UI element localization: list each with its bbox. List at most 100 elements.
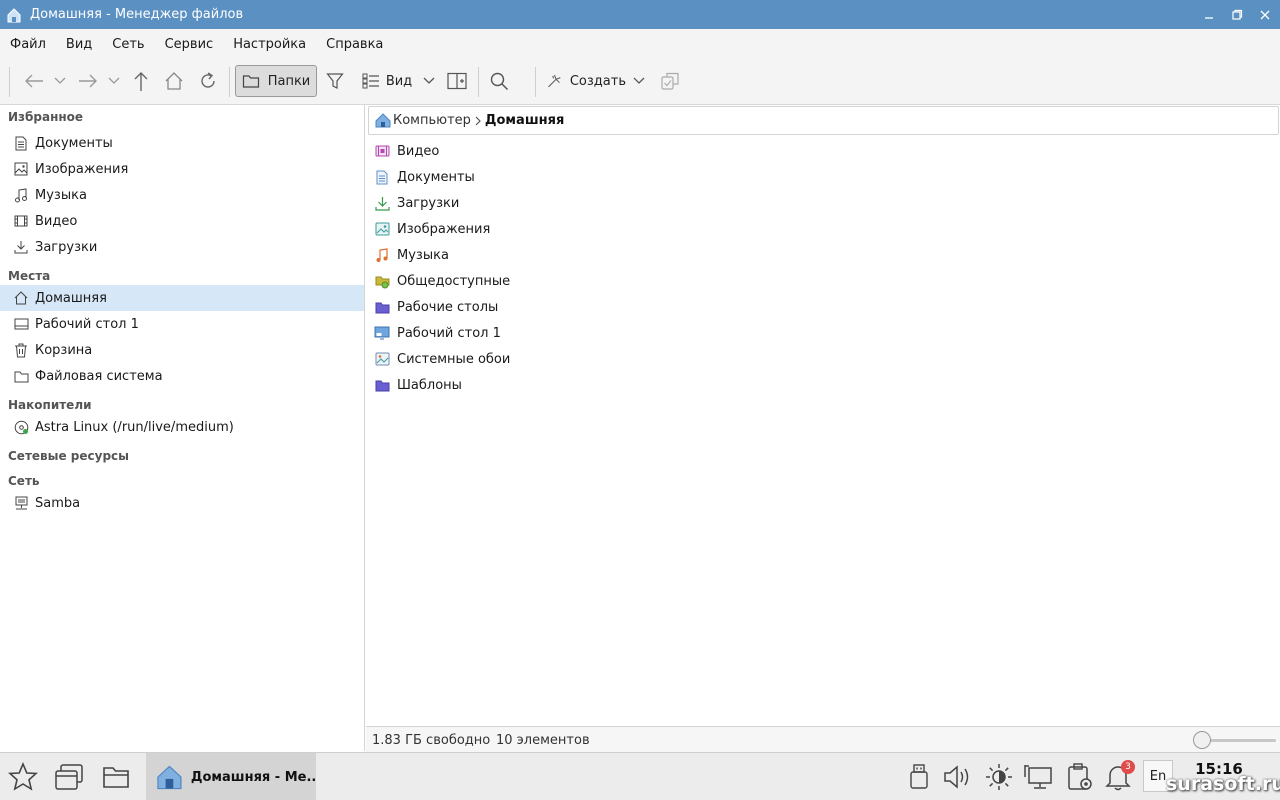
task-home-window[interactable]: Домашняя - Ме... <box>146 753 316 800</box>
chevron-down-icon <box>108 77 120 84</box>
up-button[interactable] <box>128 65 154 97</box>
sidebar-section-drives: Накопители <box>8 398 92 412</box>
wallpaper-folder-icon <box>374 351 390 367</box>
images-folder-icon <box>374 221 390 237</box>
search-icon <box>490 72 509 91</box>
taskbar: Домашняя - Ме... <box>0 752 1280 800</box>
menu-network[interactable]: Сеть <box>112 37 144 52</box>
zoom-slider-handle[interactable] <box>1193 731 1211 749</box>
create-button[interactable]: Создать <box>546 65 626 97</box>
sidebar-item-images[interactable]: Изображения <box>0 156 364 182</box>
forward-history-button[interactable] <box>106 65 122 97</box>
sidebar-item-label: Документы <box>35 135 113 151</box>
menu-service[interactable]: Сервис <box>165 37 214 52</box>
close-button[interactable] <box>1258 8 1272 22</box>
windows-button[interactable] <box>53 761 85 793</box>
forward-button[interactable] <box>74 65 102 97</box>
sidebar-item-filesystem[interactable]: Файловая система <box>0 363 364 389</box>
view-menu-button[interactable] <box>420 65 438 97</box>
menu-help[interactable]: Справка <box>326 37 383 52</box>
sidebar-item-video[interactable]: Видео <box>0 208 364 234</box>
view-button[interactable]: Вид <box>360 65 414 97</box>
folders-button[interactable]: Папки <box>235 65 317 97</box>
sidebar-item-samba[interactable]: Samba <box>0 490 364 516</box>
public-folder-icon <box>374 273 390 289</box>
create-menu-button[interactable] <box>630 65 648 97</box>
back-history-button[interactable] <box>52 65 68 97</box>
copy-button[interactable] <box>657 65 683 97</box>
copy-icon <box>661 72 679 90</box>
file-item-label: Изображения <box>397 221 491 237</box>
chevron-down-icon <box>423 77 435 84</box>
arrow-left-icon <box>25 74 43 88</box>
usb-tray[interactable] <box>903 761 935 793</box>
toolbar-separator <box>229 67 230 97</box>
breadcrumb-home[interactable]: Домашняя <box>485 113 564 128</box>
file-item-video[interactable]: Видео <box>374 138 439 164</box>
view-label: Вид <box>385 73 413 89</box>
sidebar-item-astra-linux[interactable]: Astra Linux (/run/live/medium) <box>0 414 364 440</box>
folder-icon <box>13 368 29 384</box>
sidebar-item-home[interactable]: Домашняя <box>0 285 364 311</box>
folder-icon <box>242 75 259 88</box>
menu-settings[interactable]: Настройка <box>233 37 306 52</box>
brightness-tray[interactable] <box>983 761 1015 793</box>
file-item-images[interactable]: Изображения <box>374 216 490 242</box>
home-icon <box>7 7 21 22</box>
zoom-slider-track[interactable] <box>1202 739 1276 742</box>
split-view-button[interactable] <box>444 65 470 97</box>
file-item-label: Музыка <box>397 247 449 263</box>
sidebar-item-documents[interactable]: Документы <box>0 130 364 156</box>
file-item-label: Системные обои <box>397 351 511 367</box>
sidebar-item-desktop[interactable]: Рабочий стол 1 <box>0 311 364 337</box>
file-item-wallpapers[interactable]: Системные обои <box>374 346 510 372</box>
search-button[interactable] <box>486 65 512 97</box>
sidebar-section-network: Сеть <box>8 474 40 488</box>
file-item-templates[interactable]: Шаблоны <box>374 372 462 398</box>
file-item-label: Общедоступные <box>397 273 511 289</box>
file-item-desktop-1[interactable]: Рабочий стол 1 <box>374 320 501 346</box>
file-item-downloads[interactable]: Загрузки <box>374 190 459 216</box>
menu-view[interactable]: Вид <box>66 37 92 52</box>
watermark: surasoft.ru <box>1166 773 1280 795</box>
volume-tray[interactable] <box>942 761 974 793</box>
file-item-music[interactable]: Музыка <box>374 242 449 268</box>
menu-file[interactable]: Файл <box>10 37 46 52</box>
list-view-icon <box>362 73 379 89</box>
network-tray[interactable] <box>1022 761 1054 793</box>
sidebar-item-label: Samba <box>35 495 81 511</box>
sidebar-item-downloads[interactable]: Загрузки <box>0 234 364 260</box>
network-icon <box>13 495 29 511</box>
clipboard-settings-icon <box>1068 763 1092 790</box>
notification-count-badge: 3 <box>1121 760 1135 774</box>
sidebar-item-label: Музыка <box>35 187 87 203</box>
folder-icon <box>374 299 390 315</box>
desktop-folder-icon <box>374 325 390 341</box>
file-item-label: Видео <box>397 143 440 159</box>
refresh-icon <box>201 72 215 88</box>
filter-button[interactable] <box>322 65 348 97</box>
title-bar: Домашняя - Менеджер файлов <box>0 0 1280 29</box>
file-item-public[interactable]: Общедоступные <box>374 268 510 294</box>
maximize-button[interactable] <box>1230 8 1244 22</box>
reload-button[interactable] <box>195 65 221 97</box>
sidebar-item-trash[interactable]: Корзина <box>0 337 364 363</box>
clipboard-tray[interactable] <box>1064 761 1096 793</box>
split-view-icon <box>447 72 467 90</box>
back-button[interactable] <box>20 65 48 97</box>
music-folder-icon <box>374 247 390 263</box>
home-button[interactable] <box>161 65 187 97</box>
file-item-label: Документы <box>397 169 475 185</box>
computer-home-icon <box>375 113 391 128</box>
file-item-desktops[interactable]: Рабочие столы <box>374 294 498 320</box>
start-menu-button[interactable] <box>7 761 39 793</box>
breadcrumb-computer[interactable]: Компьютер <box>393 113 471 128</box>
sidebar-item-music[interactable]: Музыка <box>0 182 364 208</box>
minimize-button[interactable] <box>1202 8 1216 22</box>
window-title: Домашняя - Менеджер файлов <box>30 7 244 22</box>
download-icon <box>13 239 29 255</box>
file-item-documents[interactable]: Документы <box>374 164 475 190</box>
star-icon <box>8 762 38 791</box>
file-manager-launcher[interactable] <box>100 761 132 793</box>
arrow-up-icon <box>134 72 148 91</box>
